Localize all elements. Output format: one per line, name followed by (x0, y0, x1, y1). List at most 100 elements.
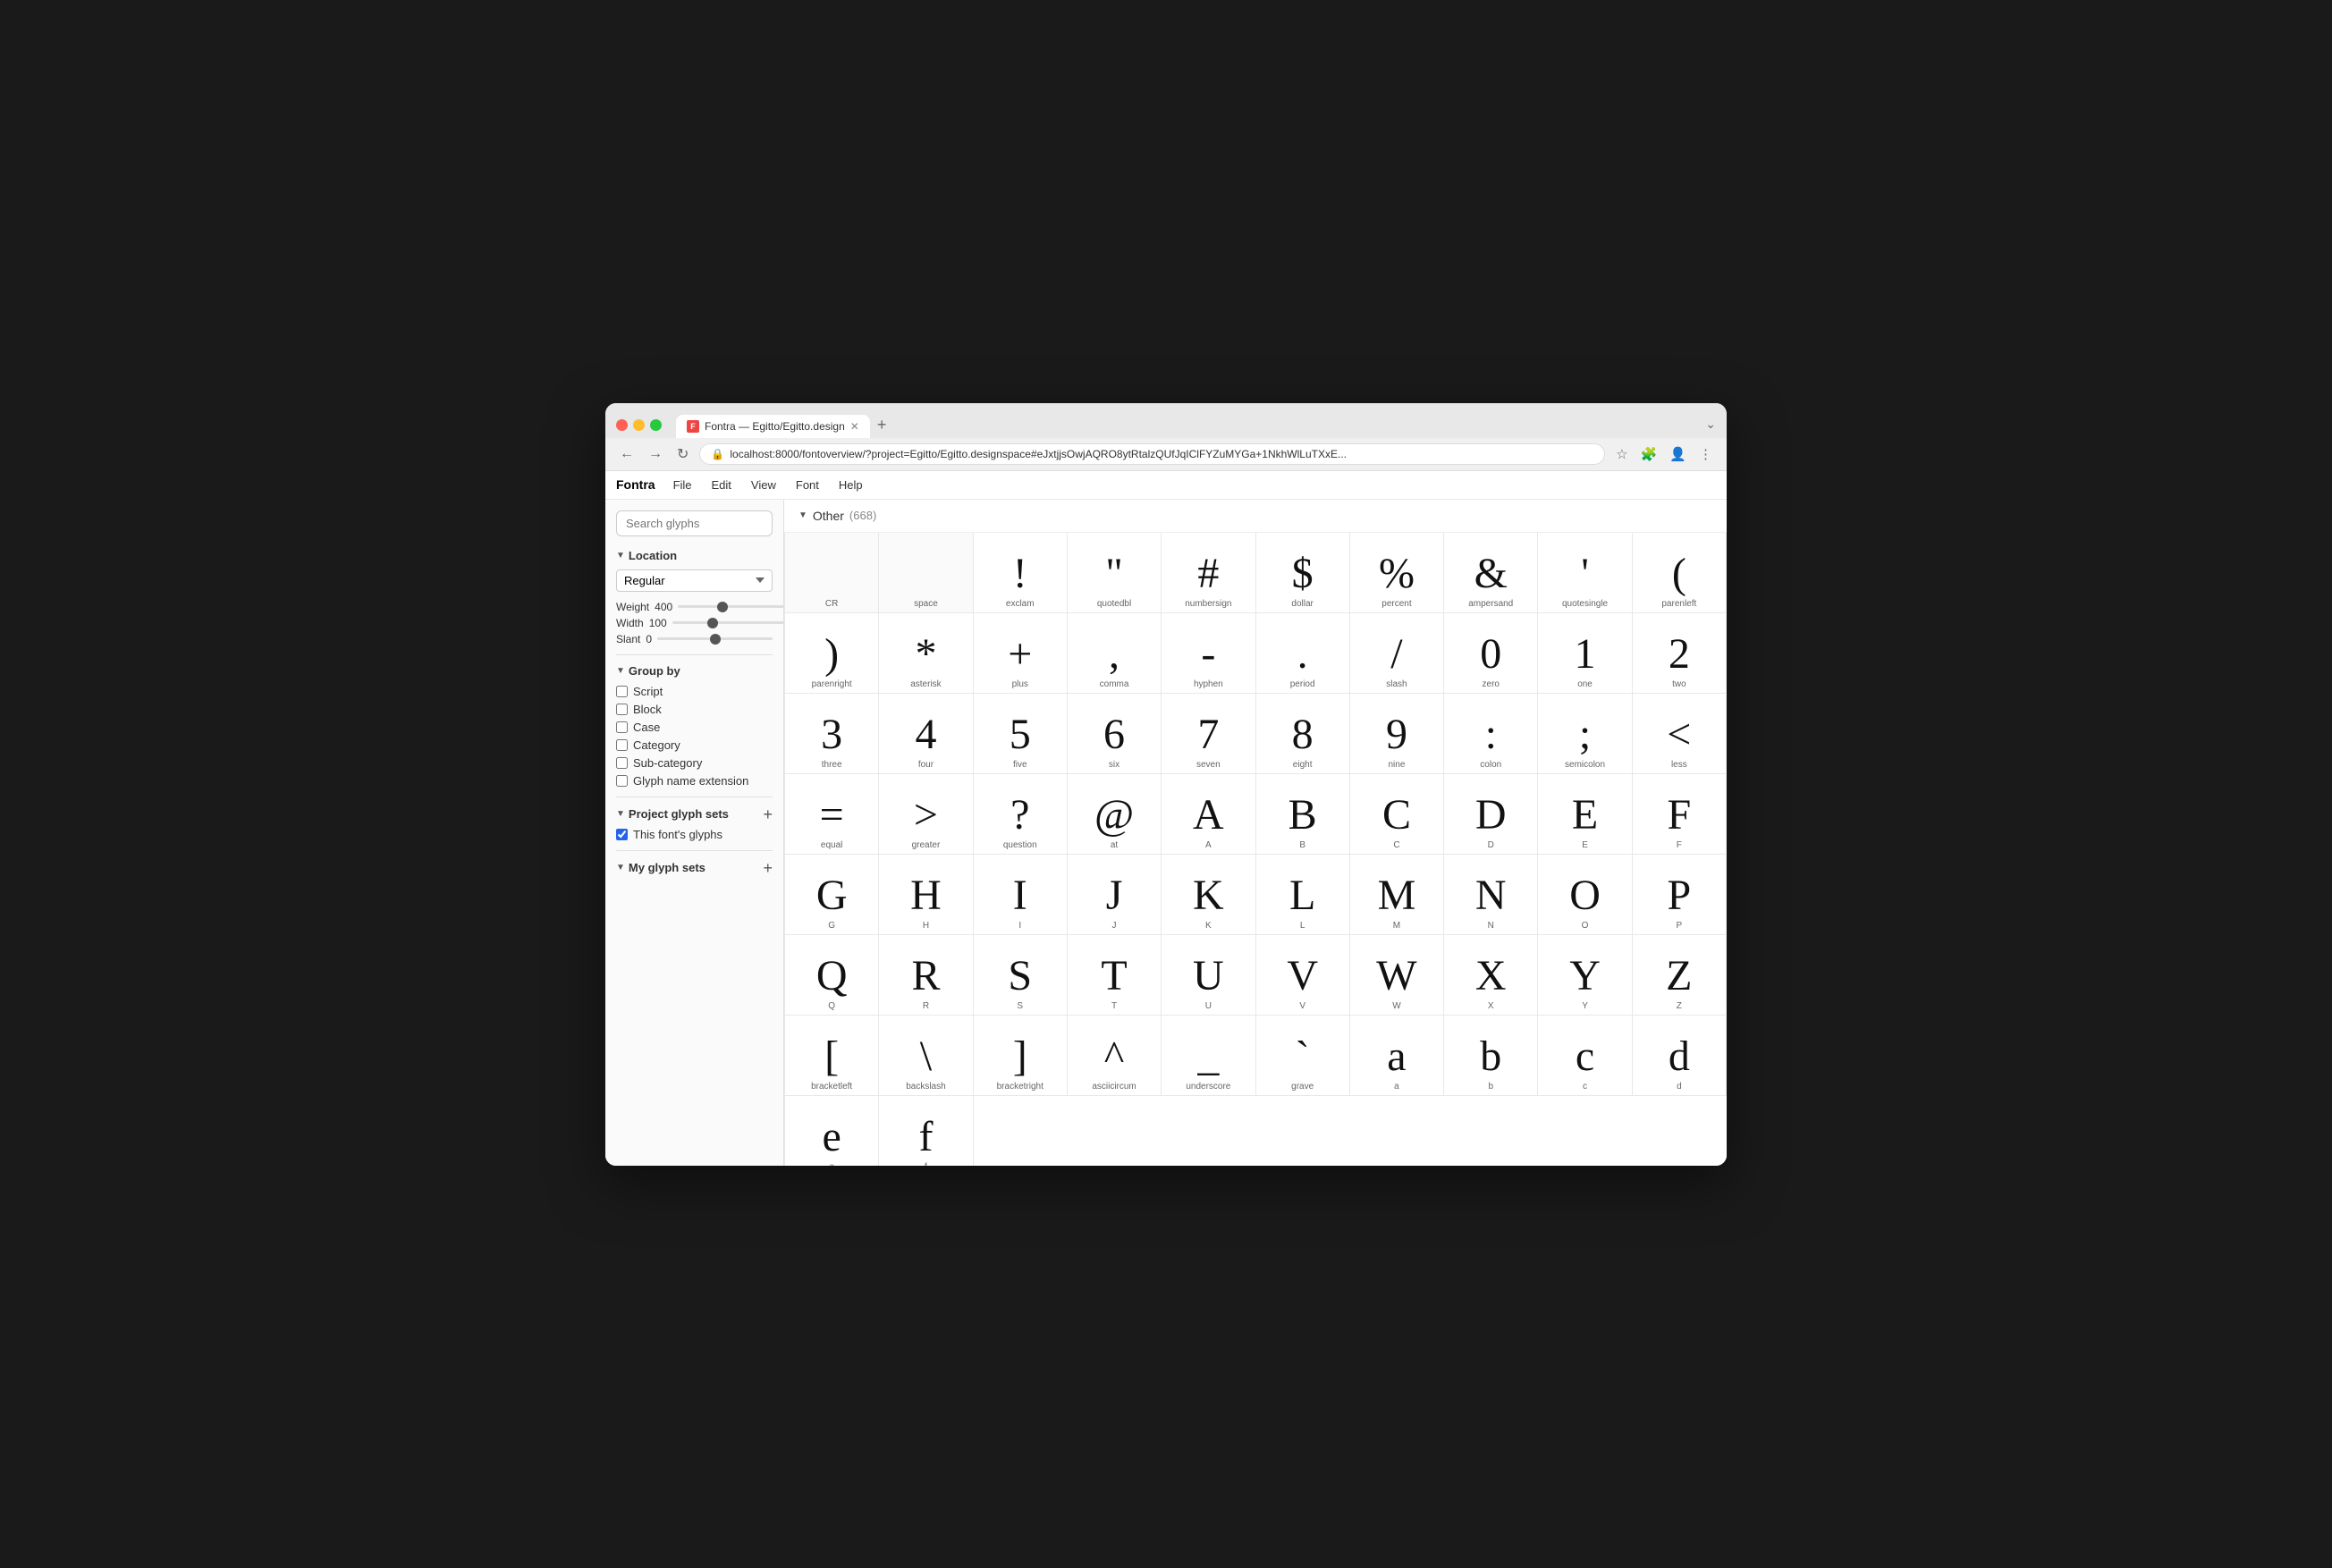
glyph-cell[interactable]: `grave (1256, 1016, 1350, 1096)
glyph-cell[interactable]: ;semicolon (1538, 694, 1632, 774)
group-glyphname-checkbox[interactable] (616, 775, 628, 787)
group-block-checkbox[interactable] (616, 704, 628, 715)
close-button[interactable] (616, 419, 628, 431)
glyph-cell[interactable]: cc (1538, 1016, 1632, 1096)
location-section-header[interactable]: ▼ Location (616, 549, 773, 562)
profile-icon[interactable]: 👤 (1666, 444, 1690, 464)
glyph-cell[interactable]: @at (1068, 774, 1162, 855)
weight-slider[interactable] (678, 605, 784, 608)
glyph-cell[interactable]: ,comma (1068, 613, 1162, 694)
address-input[interactable]: 🔒 localhost:8000/fontoverview/?project=E… (699, 443, 1605, 465)
glyph-cell[interactable]: =equal (785, 774, 879, 855)
glyph-cell[interactable]: YY (1538, 935, 1632, 1016)
glyph-cell[interactable]: 4four (879, 694, 973, 774)
add-project-set-button[interactable]: + (763, 806, 773, 822)
my-glyph-sets-toggle[interactable]: ▼ My glyph sets (616, 861, 706, 874)
glyph-cell[interactable]: space (879, 533, 973, 613)
group-collapse-icon[interactable]: ▼ (798, 510, 807, 520)
glyph-cell[interactable]: &ampersand (1444, 533, 1538, 613)
glyph-cell[interactable]: 5five (974, 694, 1068, 774)
glyph-cell[interactable]: "quotedbl (1068, 533, 1162, 613)
menu-file[interactable]: File (664, 475, 701, 495)
glyph-cell[interactable]: FF (1633, 774, 1727, 855)
glyph-cell[interactable]: [bracketleft (785, 1016, 879, 1096)
slant-slider[interactable] (657, 637, 773, 640)
glyph-cell[interactable]: NN (1444, 855, 1538, 935)
glyph-cell[interactable]: ]bracketright (974, 1016, 1068, 1096)
glyph-cell[interactable]: ff (879, 1096, 973, 1166)
glyph-cell[interactable]: HH (879, 855, 973, 935)
glyph-cell[interactable]: /slash (1350, 613, 1444, 694)
glyph-cell[interactable]: %percent (1350, 533, 1444, 613)
search-input[interactable] (616, 510, 773, 536)
forward-button[interactable]: → (645, 444, 666, 464)
glyph-cell[interactable]: >greater (879, 774, 973, 855)
glyph-cell[interactable]: (parenleft (1633, 533, 1727, 613)
glyph-cell[interactable]: 2two (1633, 613, 1727, 694)
tab-close-icon[interactable]: ✕ (850, 420, 859, 433)
glyph-cell[interactable]: SS (974, 935, 1068, 1016)
glyph-cell[interactable]: LL (1256, 855, 1350, 935)
group-by-section-header[interactable]: ▼ Group by (616, 664, 773, 678)
glyph-cell[interactable]: -hyphen (1162, 613, 1255, 694)
glyph-cell[interactable]: :colon (1444, 694, 1538, 774)
glyph-cell[interactable]: TT (1068, 935, 1162, 1016)
glyph-cell[interactable]: ZZ (1633, 935, 1727, 1016)
menu-view[interactable]: View (742, 475, 785, 495)
new-tab-button[interactable]: + (870, 412, 894, 438)
minimize-button[interactable] (633, 419, 645, 431)
glyph-cell[interactable]: OO (1538, 855, 1632, 935)
glyph-cell[interactable]: 9nine (1350, 694, 1444, 774)
glyph-cell[interactable]: GG (785, 855, 879, 935)
glyph-cell[interactable]: VV (1256, 935, 1350, 1016)
menu-font[interactable]: Font (787, 475, 828, 495)
glyph-cell[interactable]: ee (785, 1096, 879, 1166)
glyph-cell[interactable]: UU (1162, 935, 1255, 1016)
extensions-icon[interactable]: 🧩 (1637, 444, 1661, 464)
group-case-checkbox[interactable] (616, 721, 628, 733)
glyph-cell[interactable]: dd (1633, 1016, 1727, 1096)
glyph-cell[interactable]: 8eight (1256, 694, 1350, 774)
glyph-cell[interactable]: 7seven (1162, 694, 1255, 774)
glyph-cell[interactable]: *asterisk (879, 613, 973, 694)
star-icon[interactable]: ☆ (1612, 444, 1631, 464)
active-tab[interactable]: F Fontra — Egitto/Egitto.design ✕ (676, 415, 870, 438)
glyph-cell[interactable]: 0zero (1444, 613, 1538, 694)
location-select[interactable]: Regular (616, 569, 773, 592)
glyph-cell[interactable]: BB (1256, 774, 1350, 855)
glyph-cell[interactable]: WW (1350, 935, 1444, 1016)
glyph-cell[interactable]: ?question (974, 774, 1068, 855)
glyph-cell[interactable]: KK (1162, 855, 1255, 935)
glyph-cell[interactable]: )parenright (785, 613, 879, 694)
glyph-cell[interactable]: DD (1444, 774, 1538, 855)
glyph-cell[interactable]: 'quotesingle (1538, 533, 1632, 613)
group-script-checkbox[interactable] (616, 686, 628, 697)
glyph-cell[interactable]: CR (785, 533, 879, 613)
glyph-cell[interactable]: RR (879, 935, 973, 1016)
maximize-button[interactable] (650, 419, 662, 431)
glyph-cell[interactable]: PP (1633, 855, 1727, 935)
glyph-cell[interactable]: aa (1350, 1016, 1444, 1096)
menu-edit[interactable]: Edit (703, 475, 740, 495)
glyph-cell[interactable]: II (974, 855, 1068, 935)
glyph-cell[interactable]: \backslash (879, 1016, 973, 1096)
menu-icon[interactable]: ⋮ (1695, 444, 1716, 464)
project-glyph-sets-toggle[interactable]: ▼ Project glyph sets (616, 807, 729, 821)
glyph-cell[interactable]: .period (1256, 613, 1350, 694)
reload-button[interactable]: ↻ (673, 443, 692, 465)
glyph-cell[interactable]: $dollar (1256, 533, 1350, 613)
glyph-cell[interactable]: XX (1444, 935, 1538, 1016)
glyph-cell[interactable]: JJ (1068, 855, 1162, 935)
glyph-cell[interactable]: +plus (974, 613, 1068, 694)
glyph-cell[interactable]: !exclam (974, 533, 1068, 613)
fonts-glyphs-checkbox[interactable] (616, 829, 628, 840)
glyph-cell[interactable]: AA (1162, 774, 1255, 855)
add-my-set-button[interactable]: + (763, 860, 773, 876)
glyph-cell[interactable]: QQ (785, 935, 879, 1016)
group-category-checkbox[interactable] (616, 739, 628, 751)
menu-help[interactable]: Help (830, 475, 872, 495)
glyph-cell[interactable]: _underscore (1162, 1016, 1255, 1096)
glyph-cell[interactable]: #numbersign (1162, 533, 1255, 613)
glyph-cell[interactable]: 3three (785, 694, 879, 774)
glyph-cell[interactable]: <less (1633, 694, 1727, 774)
